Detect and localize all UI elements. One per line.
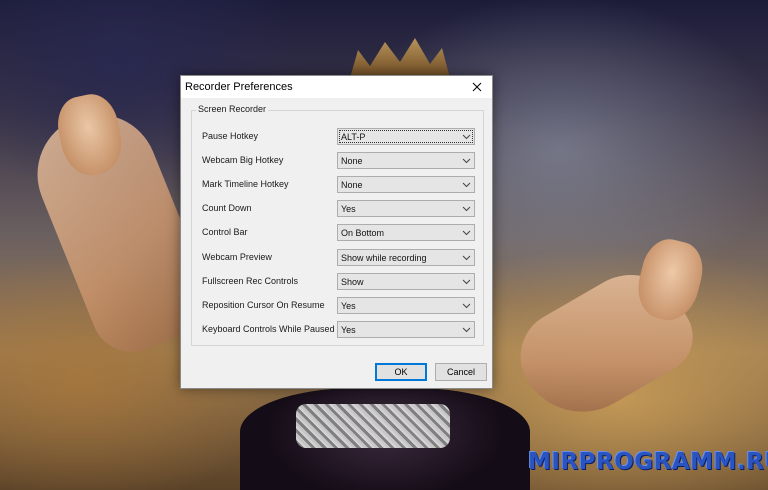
- count-down-value: Yes: [341, 204, 356, 214]
- fullscreen-rec-controls-select[interactable]: Show: [337, 273, 475, 290]
- keyboard-controls-paused-value: Yes: [341, 325, 356, 335]
- chevron-down-icon: [462, 327, 471, 333]
- row-count-down: Count Down Yes: [192, 200, 483, 217]
- chevron-down-icon: [462, 206, 471, 212]
- row-keyboard-controls-paused: Keyboard Controls While Paused Yes: [192, 321, 483, 338]
- keyboard-controls-paused-select[interactable]: Yes: [337, 321, 475, 338]
- chevron-down-icon: [462, 279, 471, 285]
- row-fullscreen-rec-controls: Fullscreen Rec Controls Show: [192, 273, 483, 290]
- control-bar-label: Control Bar: [202, 227, 248, 237]
- chevron-down-icon: [462, 255, 471, 261]
- mark-timeline-hotkey-select[interactable]: None: [337, 176, 475, 193]
- keyboard-controls-paused-label: Keyboard Controls While Paused: [202, 324, 335, 334]
- webcam-big-hotkey-select[interactable]: None: [337, 152, 475, 169]
- pause-hotkey-select[interactable]: ALT-P: [337, 128, 475, 145]
- dialog-title: Recorder Preferences: [185, 81, 293, 93]
- count-down-label: Count Down: [202, 203, 252, 213]
- webcam-preview-select[interactable]: Show while recording: [337, 249, 475, 266]
- recorder-preferences-dialog: Recorder Preferences Screen Recorder Pau…: [180, 75, 493, 389]
- pause-hotkey-value: ALT-P: [341, 132, 366, 142]
- row-mark-timeline-hotkey: Mark Timeline Hotkey None: [192, 176, 483, 193]
- row-control-bar: Control Bar On Bottom: [192, 224, 483, 241]
- control-bar-select[interactable]: On Bottom: [337, 224, 475, 241]
- chevron-down-icon: [462, 230, 471, 236]
- row-webcam-big-hotkey: Webcam Big Hotkey None: [192, 152, 483, 169]
- fullscreen-rec-controls-value: Show: [341, 277, 364, 287]
- row-reposition-cursor: Reposition Cursor On Resume Yes: [192, 297, 483, 314]
- reposition-cursor-label: Reposition Cursor On Resume: [202, 300, 325, 310]
- cancel-button[interactable]: Cancel: [435, 363, 487, 381]
- chevron-down-icon: [462, 158, 471, 164]
- webcam-big-hotkey-label: Webcam Big Hotkey: [202, 155, 284, 165]
- mark-timeline-hotkey-label: Mark Timeline Hotkey: [202, 179, 289, 189]
- reposition-cursor-value: Yes: [341, 301, 356, 311]
- row-webcam-preview: Webcam Preview Show while recording: [192, 249, 483, 266]
- group-label: Screen Recorder: [196, 104, 269, 114]
- watermark: MIRPROGRAMM.RU: [528, 449, 768, 475]
- webcam-big-hotkey-value: None: [341, 156, 363, 166]
- dialog-titlebar[interactable]: Recorder Preferences: [181, 76, 492, 98]
- chevron-down-icon: [462, 303, 471, 309]
- pause-hotkey-label: Pause Hotkey: [202, 131, 259, 141]
- close-button[interactable]: [462, 76, 492, 98]
- mark-timeline-hotkey-value: None: [341, 180, 363, 190]
- chevron-down-icon: [462, 134, 471, 140]
- row-pause-hotkey: Pause Hotkey ALT-P: [192, 128, 483, 145]
- control-bar-value: On Bottom: [341, 228, 385, 238]
- webcam-preview-label: Webcam Preview: [202, 252, 272, 262]
- wallpaper-jeweled-belt: [296, 404, 450, 448]
- ok-button[interactable]: OK: [375, 363, 427, 381]
- chevron-down-icon: [462, 182, 471, 188]
- count-down-select[interactable]: Yes: [337, 200, 475, 217]
- reposition-cursor-select[interactable]: Yes: [337, 297, 475, 314]
- screen-recorder-group: Screen Recorder Pause Hotkey ALT-P Webca…: [191, 104, 484, 346]
- close-icon: [472, 82, 482, 92]
- fullscreen-rec-controls-label: Fullscreen Rec Controls: [202, 276, 299, 286]
- webcam-preview-value: Show while recording: [341, 253, 427, 263]
